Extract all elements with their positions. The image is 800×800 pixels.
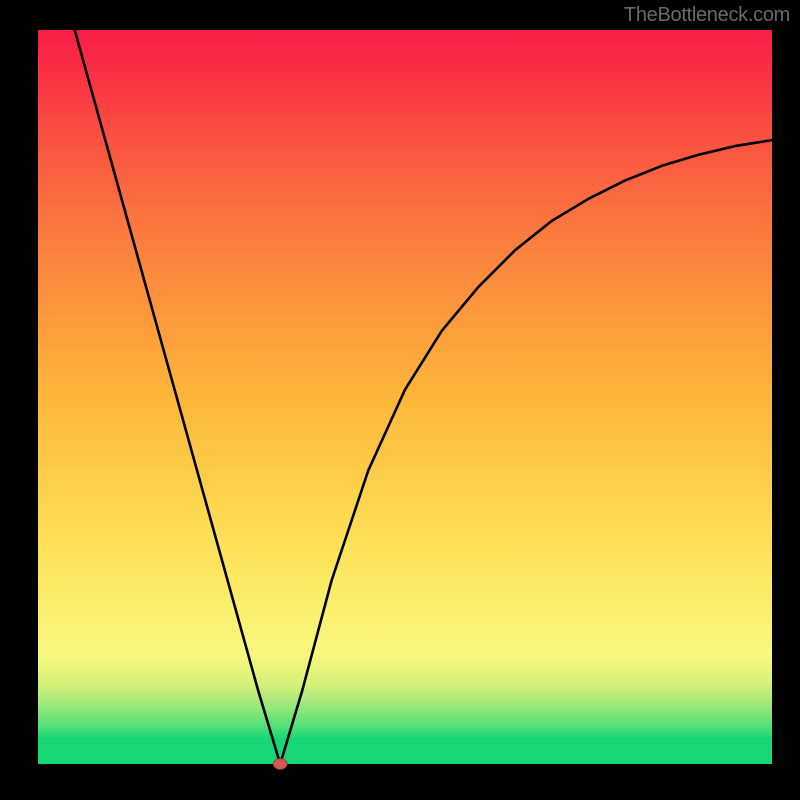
bottleneck-chart [0,0,800,800]
plot-area [38,30,772,764]
chart-frame: TheBottleneck.com [0,0,800,800]
watermark-text: TheBottleneck.com [624,4,790,27]
optimal-point-marker [273,759,287,770]
